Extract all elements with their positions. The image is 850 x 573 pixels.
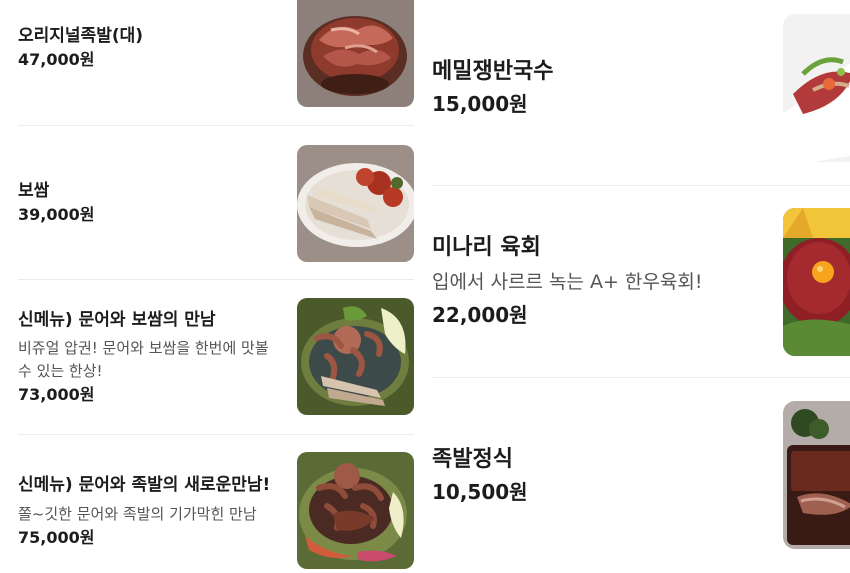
menu-item-price: 39,000원	[18, 205, 95, 224]
menu-list-right: 메밀쟁반국수 15,000원 미나리 육회 입에서 사르르 녹는 A+ 한우육회…	[418, 0, 850, 573]
menu-item[interactable]: 족발정식 10,500원	[418, 378, 850, 573]
menu-item-name: 신메뉴) 문어와 보쌈의 만남	[18, 310, 216, 330]
menu-item-name: 미나리 육회	[432, 235, 541, 260]
menu-item-info: 보쌈 39,000원	[18, 179, 280, 227]
menu-item-price: 75,000원	[18, 528, 95, 547]
menu-item[interactable]: 보쌈 39,000원	[0, 126, 418, 280]
menu-item-info: 오리지널족발(대) 47,000원	[18, 24, 280, 72]
bossam-plate-image[interactable]	[297, 145, 414, 262]
menu-item[interactable]: 신메뉴) 문어와 족발의 새로운만남! 쫄~깃한 문어와 족발의 기가막힌 만남…	[0, 435, 418, 573]
menu-item-description: 입에서 사르르 녹는 A+ 한우육회!	[432, 271, 703, 293]
menu-item-name: 보쌈	[18, 181, 50, 201]
menu-item[interactable]: 신메뉴) 문어와 보쌈의 만남 비쥬얼 압권! 문어와 보쌈을 한번에 맛볼 수…	[0, 280, 418, 435]
menu-item-info: 족발정식 10,500원	[432, 445, 772, 507]
menu-item[interactable]: 오리지널족발(대) 47,000원	[0, 0, 418, 126]
menu-item-name: 신메뉴) 문어와 족발의 새로운만남!	[18, 475, 271, 495]
menu-item-name: 족발정식	[432, 447, 513, 472]
buckwheat-noodle-tray-image[interactable]	[783, 14, 850, 162]
menu-item-name: 메밀쟁반국수	[432, 59, 554, 84]
menu-item-name: 오리지널족발(대)	[18, 26, 144, 46]
menu-item-info: 신메뉴) 문어와 족발의 새로운만남! 쫄~깃한 문어와 족발의 기가막힌 만남…	[18, 473, 280, 550]
menu-list-left: 오리지널족발(대) 47,000원 보쌈 39,000원 신메뉴) 문어와 보쌈…	[0, 0, 418, 573]
jokbal-set-meal-image[interactable]	[783, 401, 850, 549]
menu-item-info: 신메뉴) 문어와 보쌈의 만남 비쥬얼 압권! 문어와 보쌈을 한번에 맛볼 수…	[18, 308, 280, 407]
menu-item-description: 비쥬얼 압권! 문어와 보쌈을 한번에 맛볼 수 있는 한상!	[18, 339, 269, 380]
menu-item-price: 22,000원	[432, 303, 528, 327]
minari-yukhoe-image[interactable]	[783, 208, 850, 356]
octopus-bossam-image[interactable]	[297, 298, 414, 415]
menu-item[interactable]: 메밀쟁반국수 15,000원	[418, 0, 850, 186]
jokbal-platter-image[interactable]	[297, 0, 414, 107]
menu-item-price: 73,000원	[18, 385, 95, 404]
menu-item-price: 15,000원	[432, 92, 528, 116]
octopus-jokbal-image[interactable]	[297, 452, 414, 569]
menu-item-info: 미나리 육회 입에서 사르르 녹는 A+ 한우육회! 22,000원	[432, 233, 772, 330]
menu-item-description: 쫄~깃한 문어와 족발의 기가막힌 만남	[18, 505, 257, 523]
menu-item-price: 10,500원	[432, 480, 528, 504]
menu-item-price: 47,000원	[18, 50, 95, 69]
menu-item[interactable]: 미나리 육회 입에서 사르르 녹는 A+ 한우육회! 22,000원	[418, 186, 850, 378]
menu-item-info: 메밀쟁반국수 15,000원	[432, 57, 772, 119]
